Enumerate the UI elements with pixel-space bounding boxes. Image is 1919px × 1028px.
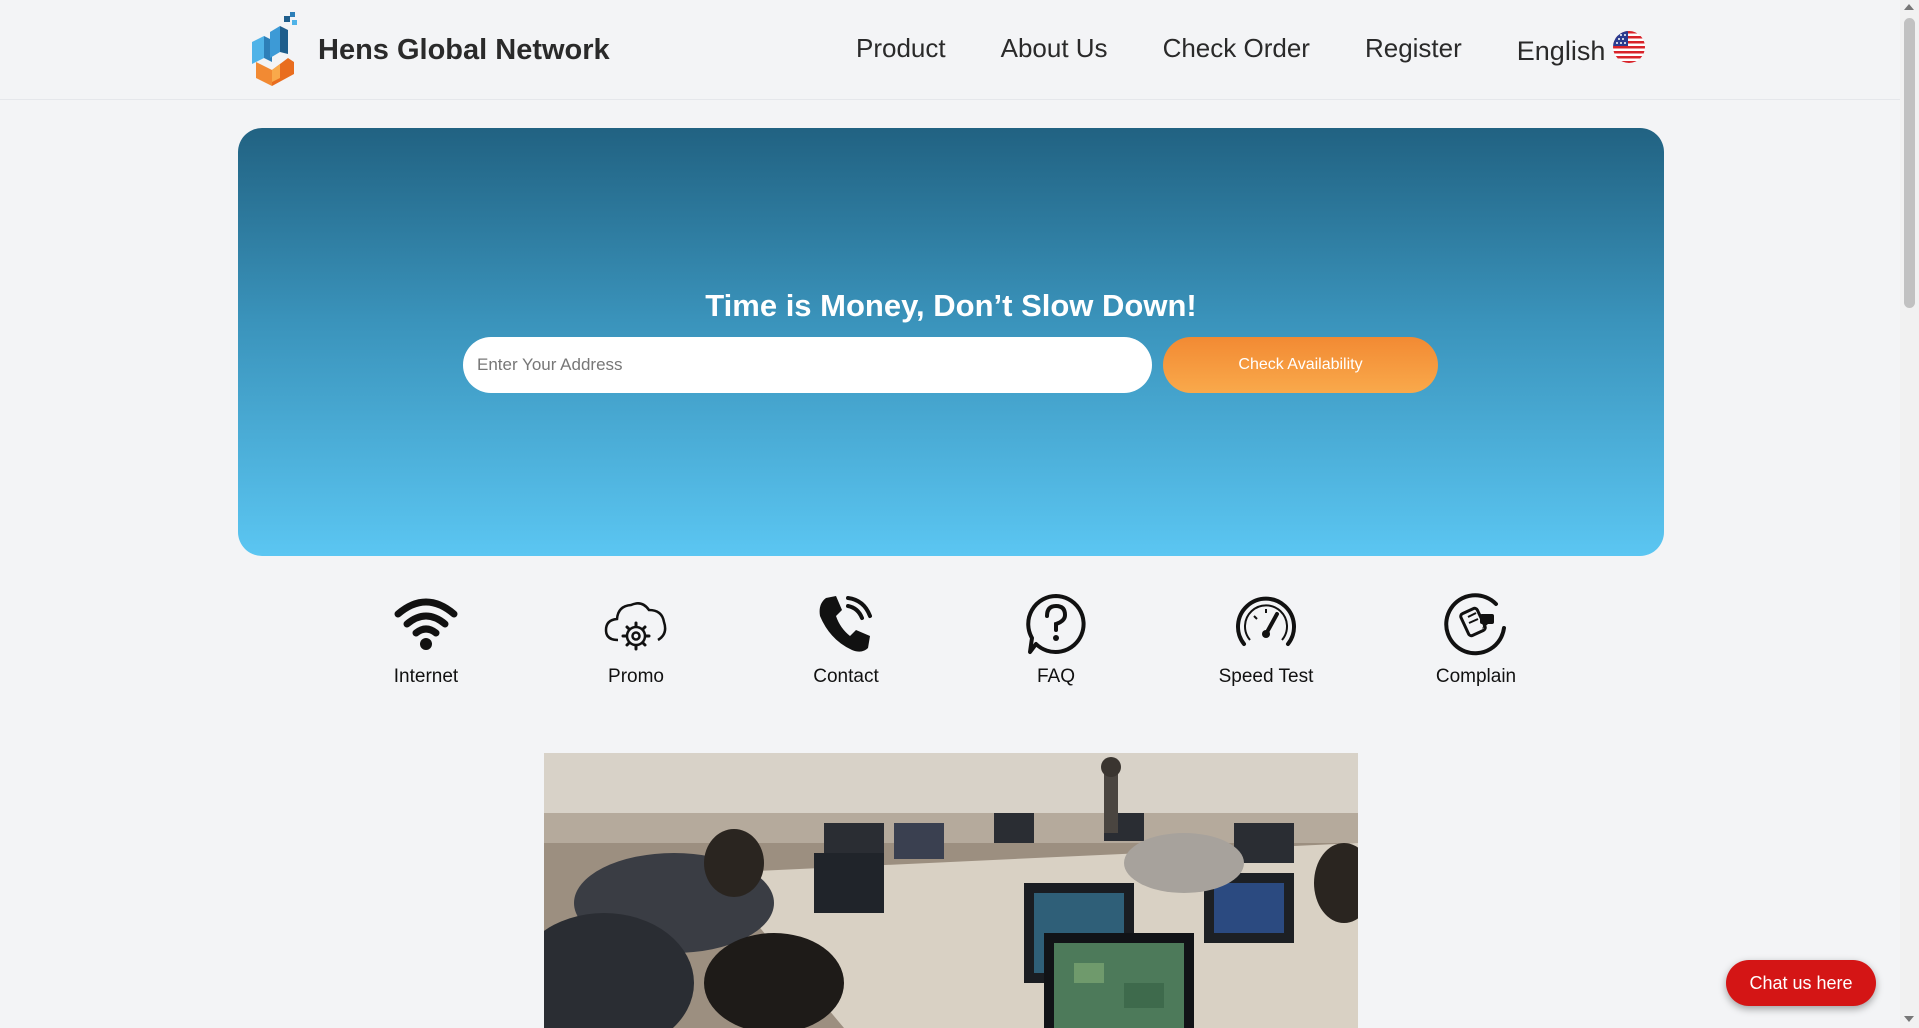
service-label: FAQ	[1036, 666, 1075, 687]
language-label: English	[1516, 36, 1606, 66]
phone-icon	[819, 596, 872, 652]
hero-photo	[544, 753, 1358, 1028]
brand[interactable]: Hens Global Network	[250, 12, 610, 88]
scroll-up-arrow-icon[interactable]	[1904, 4, 1914, 10]
site-header: Hens Global Network Product About Us Che…	[0, 0, 1900, 100]
us-flag-icon	[1613, 30, 1646, 63]
nav-register[interactable]: Register	[1365, 33, 1462, 64]
wifi-icon	[394, 598, 458, 650]
logo-icon	[252, 12, 297, 86]
language-selector[interactable]: English	[1516, 30, 1646, 67]
service-contact[interactable]: Contact	[766, 590, 926, 688]
complaint-icon	[1444, 593, 1506, 656]
service-label: Internet	[393, 666, 459, 687]
service-complain[interactable]: Complain	[1396, 590, 1556, 688]
service-label: Promo	[608, 666, 664, 687]
service-label: Speed Test	[1218, 666, 1314, 687]
page: Hens Global Network Product About Us Che…	[0, 0, 1900, 1028]
services-row: Internet Promo Contact FAQ Speed Test Co…	[0, 590, 1900, 700]
service-internet[interactable]: Internet	[346, 590, 506, 688]
brand-name: Hens Global Network	[318, 33, 610, 66]
service-label: Contact	[813, 666, 879, 687]
scroll-down-arrow-icon[interactable]	[1904, 1016, 1914, 1022]
service-label: Complain	[1435, 666, 1517, 687]
hero-banner: Time is Money, Don’t Slow Down! Check Av…	[238, 128, 1664, 556]
nav-about-us[interactable]: About Us	[1001, 33, 1108, 64]
nav-check-order[interactable]: Check Order	[1163, 33, 1310, 64]
page-scrollbar[interactable]	[1900, 0, 1919, 1028]
main-nav: Product About Us Check Order Register En…	[856, 30, 1646, 67]
internet-cafe-photo	[544, 753, 1358, 1028]
cloud-gear-icon	[604, 602, 667, 651]
check-availability-button[interactable]: Check Availability	[1163, 337, 1438, 393]
address-input[interactable]	[463, 337, 1152, 393]
nav-product[interactable]: Product	[856, 33, 946, 64]
chat-button[interactable]: Chat us here	[1726, 960, 1876, 1006]
question-bubble-icon	[1026, 594, 1086, 654]
service-promo[interactable]: Promo	[556, 590, 716, 688]
service-speed-test[interactable]: Speed Test	[1186, 590, 1346, 688]
hero-title: Time is Money, Don’t Slow Down!	[705, 288, 1197, 323]
scroll-thumb[interactable]	[1904, 18, 1915, 308]
speedometer-icon	[1236, 596, 1296, 646]
service-faq[interactable]: FAQ	[976, 590, 1136, 688]
